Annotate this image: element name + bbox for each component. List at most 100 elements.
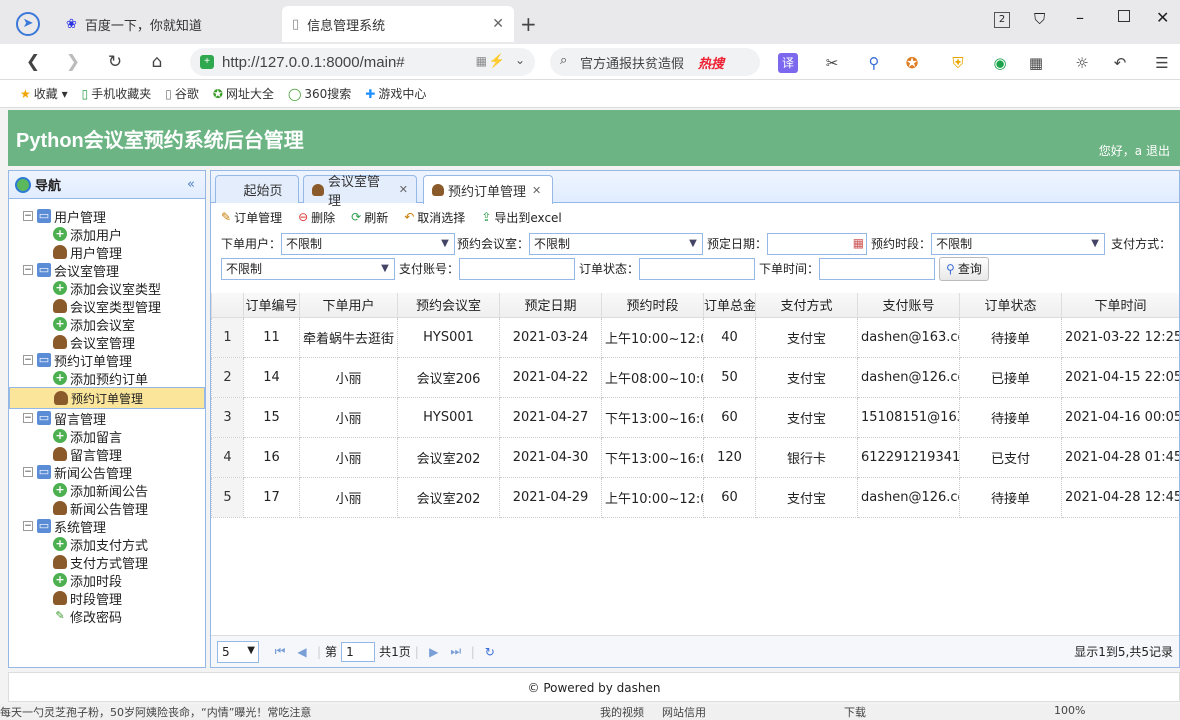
- tab-counter-icon[interactable]: 2: [994, 12, 1010, 28]
- calendar-icon[interactable]: ▦: [853, 236, 864, 250]
- gamepad-icon[interactable]: ✪: [902, 53, 922, 73]
- site-credit-link[interactable]: 网站信用: [662, 704, 706, 720]
- bookmark-favorites[interactable]: ★ 收藏 ▾: [20, 85, 68, 102]
- sidebar-item[interactable]: 用户管理: [9, 243, 205, 262]
- refresh-button[interactable]: ⟳ 刷新: [351, 209, 388, 226]
- my-video-link[interactable]: 我的视频: [600, 704, 644, 720]
- close-tab-icon[interactable]: ✕: [399, 183, 408, 196]
- chevron-down-icon[interactable]: ⌄: [515, 53, 525, 67]
- column-header[interactable]: 预约时段: [601, 293, 704, 318]
- sidebar-group[interactable]: − ▭ 预约订单管理: [9, 351, 205, 370]
- sidebar-group[interactable]: − ▭ 用户管理: [9, 207, 205, 226]
- sidebar-item[interactable]: ✎ 修改密码: [9, 607, 205, 626]
- zoom-level[interactable]: 100%: [1054, 704, 1085, 720]
- column-header[interactable]: 下单用户: [299, 293, 398, 318]
- bookmark-mobile[interactable]: ▯ 手机收藏夹: [82, 85, 152, 102]
- collapse-toggle-icon[interactable]: −: [23, 355, 33, 365]
- apps-grid-icon[interactable]: ▦: [1026, 53, 1046, 73]
- sidebar-group[interactable]: − ▭ 会议室管理: [9, 261, 205, 280]
- page-number-input[interactable]: 1: [341, 641, 376, 662]
- account-filter-input[interactable]: [459, 257, 576, 280]
- browser-tab-active[interactable]: ▯ 信息管理系统 ✕: [282, 6, 514, 42]
- query-button[interactable]: ⚲ 查询: [939, 256, 989, 281]
- sidebar-item[interactable]: + 添加会议室: [9, 315, 205, 334]
- collapse-toggle-icon[interactable]: −: [23, 521, 33, 531]
- sidebar-item[interactable]: 留言管理: [9, 445, 205, 464]
- table-row[interactable]: 315小丽HYS0012021-04-27下午13:00~16:0060支付宝1…: [211, 396, 1179, 438]
- new-tab-button[interactable]: +: [520, 12, 537, 36]
- news-ticker[interactable]: 每天一勺灵芝孢子粉，50岁阿姨险丧命，“内情”曝光！常吃注意: [0, 706, 311, 719]
- tab-room-mgmt[interactable]: 会议室管理 ✕: [303, 175, 417, 209]
- column-header[interactable]: 预约会议室: [397, 293, 500, 318]
- sidebar-item[interactable]: + 添加用户: [9, 225, 205, 244]
- back-icon[interactable]: ❮: [22, 51, 44, 73]
- time-filter-input[interactable]: [819, 257, 936, 280]
- page-size-select[interactable]: 5 ▼: [217, 640, 259, 663]
- status-filter-input[interactable]: [639, 257, 756, 280]
- sidebar-item[interactable]: + 添加支付方式: [9, 535, 205, 554]
- collapse-toggle-icon[interactable]: −: [23, 265, 33, 275]
- table-row[interactable]: 111牵着蜗牛去逛街HYS0012021-03-24上午10:00~12:004…: [211, 316, 1179, 358]
- sidebar-group[interactable]: − ▭ 留言管理: [9, 409, 205, 428]
- sidebar-item[interactable]: + 添加预约订单: [9, 369, 205, 388]
- reload-page-icon[interactable]: ↻: [479, 645, 501, 659]
- sidebar-item[interactable]: 时段管理: [9, 589, 205, 608]
- collapse-icon[interactable]: «: [187, 177, 195, 192]
- column-header[interactable]: 订单状态: [959, 293, 1062, 318]
- next-page-icon[interactable]: ▶: [423, 645, 445, 659]
- download-link[interactable]: 下载: [844, 704, 866, 720]
- delete-button[interactable]: ⊖ 删除: [298, 209, 335, 226]
- shirt-icon[interactable]: ⛉: [1034, 10, 1045, 28]
- sidebar-group[interactable]: − ▭ 系统管理: [9, 517, 205, 536]
- collapse-toggle-icon[interactable]: −: [23, 211, 33, 221]
- tab-home[interactable]: 起始页: [215, 175, 299, 203]
- first-page-icon[interactable]: ⏮: [269, 644, 291, 659]
- order-mgmt-button[interactable]: ✎ 订单管理: [221, 209, 282, 226]
- undo-icon[interactable]: ↶: [1110, 53, 1130, 73]
- collapse-toggle-icon[interactable]: −: [23, 413, 33, 423]
- sidebar-item[interactable]: + 添加时段: [9, 571, 205, 590]
- column-header[interactable]: 下单时间: [1061, 293, 1179, 318]
- url-field[interactable]: + http://127.0.0.1:8000/main# ▦ ⚡ ⌄: [190, 48, 535, 76]
- reload-icon[interactable]: ↻: [104, 51, 126, 73]
- minimize-icon[interactable]: –: [1076, 8, 1084, 27]
- collapse-toggle-icon[interactable]: −: [23, 467, 33, 477]
- last-page-icon[interactable]: ⏭: [445, 644, 467, 659]
- green-circle-icon[interactable]: ◉: [990, 53, 1010, 73]
- sidebar-item[interactable]: 预约订单管理: [9, 387, 205, 409]
- room-filter-select[interactable]: 不限制 ▼: [529, 232, 704, 255]
- search-box[interactable]: ⌕ 官方通报扶贫造假 热搜: [550, 48, 760, 76]
- sidebar-item[interactable]: + 添加留言: [9, 427, 205, 446]
- table-row[interactable]: 416小丽会议室2022021-04-30下午13:00~16:00120银行卡…: [211, 436, 1179, 478]
- column-header[interactable]: 订单编号: [243, 293, 300, 318]
- browser-tab-baidu[interactable]: ❀ 百度一下，你就知道: [56, 6, 286, 42]
- tab-order-mgmt[interactable]: 预约订单管理 ✕: [423, 175, 553, 204]
- slot-filter-select[interactable]: 不限制 ▼: [931, 232, 1106, 255]
- lightning-icon[interactable]: ⚡: [489, 53, 505, 69]
- forward-icon[interactable]: ❯: [62, 51, 84, 73]
- logout-link[interactable]: 退出: [1146, 144, 1170, 158]
- bookmark-games[interactable]: ✚ 游戏中心: [365, 85, 426, 102]
- magnifier-icon[interactable]: ⚲: [864, 53, 884, 73]
- browser-logo-icon[interactable]: ➤: [16, 12, 40, 36]
- date-filter-input[interactable]: ▦: [767, 232, 868, 255]
- export-excel-button[interactable]: ⇪ 导出到excel: [481, 209, 561, 226]
- close-tab-icon[interactable]: ✕: [532, 184, 541, 197]
- table-row[interactable]: 517小丽会议室2022021-04-29上午10:00~12:0060支付宝d…: [211, 476, 1179, 518]
- sidebar-item[interactable]: + 添加会议室类型: [9, 279, 205, 298]
- user-filter-select[interactable]: 不限制 ▼: [281, 232, 456, 255]
- column-header[interactable]: 支付方式: [755, 293, 858, 318]
- menu-icon[interactable]: ☰: [1152, 53, 1172, 73]
- sidebar-item[interactable]: 支付方式管理: [9, 553, 205, 572]
- close-tab-icon[interactable]: ✕: [492, 16, 504, 32]
- deselect-button[interactable]: ↶ 取消选择: [404, 209, 465, 226]
- bookmark-360[interactable]: ◯ 360搜索: [288, 85, 351, 102]
- hot-search-badge[interactable]: 热搜: [698, 53, 724, 72]
- sidebar-item[interactable]: + 添加新闻公告: [9, 481, 205, 500]
- column-header[interactable]: 支付账号: [857, 293, 960, 318]
- table-row[interactable]: 214小丽会议室2062021-04-22上午08:00~10:0050支付宝d…: [211, 356, 1179, 398]
- bookmark-google[interactable]: ▯ 谷歌: [165, 85, 199, 102]
- shield-icon[interactable]: ⛨: [948, 53, 968, 73]
- pay-filter-select[interactable]: 不限制 ▼: [221, 257, 395, 280]
- sidebar-item[interactable]: 新闻公告管理: [9, 499, 205, 518]
